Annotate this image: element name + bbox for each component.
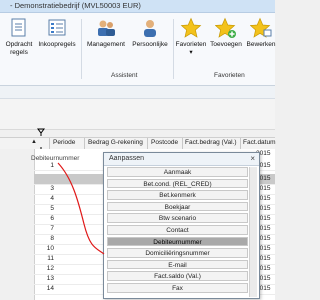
window-title: - Demonstratiebedrijf (MVL50003 EUR) bbox=[10, 1, 141, 10]
list-item-btw-scenario[interactable]: Btw scenario bbox=[107, 213, 248, 223]
column-header-factbedrag[interactable]: Fact.bedrag (Val.) bbox=[185, 139, 237, 146]
list-item-betcond[interactable]: Bet.cond. (REL_CRED) bbox=[107, 178, 248, 189]
row-number: 7 bbox=[50, 225, 54, 232]
row-number: 5 bbox=[50, 205, 54, 212]
column-divider bbox=[49, 138, 50, 149]
row-number: 3 bbox=[50, 185, 54, 192]
column-header-factdatum[interactable]: Fact.datum bbox=[243, 139, 276, 146]
group-label-assistent: Assistent bbox=[111, 72, 138, 79]
ribbon-label: Management bbox=[87, 41, 125, 48]
opdracht-regels-button[interactable]: Opdracht regels bbox=[2, 17, 36, 56]
ribbon-separator bbox=[81, 19, 82, 79]
close-icon[interactable]: × bbox=[250, 154, 255, 163]
ribbon-label: Bewerken bbox=[246, 41, 276, 48]
dialog-header: Aanpassen × bbox=[104, 153, 259, 166]
column-divider bbox=[84, 138, 85, 149]
inkoopregels-button[interactable]: Inkoopregels bbox=[36, 17, 78, 49]
list-item-betkenmerk[interactable]: Bet.kenmerk bbox=[107, 190, 248, 200]
row-number: 13 bbox=[46, 275, 54, 282]
filter-area bbox=[0, 99, 275, 130]
drop-arrow-down-icon bbox=[37, 128, 45, 136]
dropdown-arrow: ▾ bbox=[189, 48, 193, 56]
ribbon-label: Toevoegen bbox=[210, 41, 242, 48]
list-scrollbar[interactable] bbox=[249, 167, 257, 297]
column-divider bbox=[240, 138, 241, 149]
toevoegen-button[interactable]: Toevoegen bbox=[208, 17, 244, 49]
ribbon-label: Persoonlijke bbox=[132, 41, 168, 48]
ribbon-label: Inkoopregels bbox=[38, 41, 76, 48]
row-number: 11 bbox=[47, 255, 54, 262]
bewerken-button[interactable]: Bewerken bbox=[244, 17, 278, 49]
column-header-bedrag[interactable]: Bedrag G-rekening bbox=[88, 139, 143, 146]
row-number: 6 bbox=[50, 215, 54, 222]
row-number: 8 bbox=[50, 235, 54, 242]
row-number: 14 bbox=[46, 285, 54, 292]
star-add-icon bbox=[215, 17, 236, 38]
document-icon bbox=[11, 18, 26, 37]
list-item-debiteurnummer[interactable]: Debiteurnummer bbox=[107, 236, 248, 247]
list-item-aanmaak[interactable]: Aanmaak bbox=[107, 167, 248, 177]
row-number: 12 bbox=[46, 265, 54, 272]
window-titlebar: - Demonstratiebedrijf (MVL50003 EUR) bbox=[0, 0, 275, 13]
row-number: 4 bbox=[50, 195, 54, 202]
favorieten-button[interactable]: Favorieten ▾ bbox=[174, 17, 208, 56]
field-list: Aanmaak Bet.cond. (REL_CRED) Bet.kenmerk… bbox=[107, 167, 248, 298]
ribbon-label: Opdracht bbox=[5, 41, 33, 48]
column-header-postcode[interactable]: Postcode bbox=[151, 139, 178, 146]
column-header-periode[interactable]: Periode bbox=[53, 139, 75, 146]
management-button[interactable]: Management bbox=[84, 17, 128, 49]
column-divider bbox=[182, 138, 183, 149]
list-item-factsaldo[interactable]: Fact.saldo (Val.) bbox=[107, 271, 248, 281]
list-item-boekjaar[interactable]: Boekjaar bbox=[107, 201, 248, 212]
aanpassen-dialog: Aanpassen × Aanmaak Bet.cond. (REL_CRED)… bbox=[103, 152, 260, 299]
persoonlijke-button[interactable]: Persoonlijke bbox=[130, 17, 170, 49]
row-number: 1 bbox=[50, 162, 54, 169]
column-divider bbox=[147, 138, 148, 149]
star-icon bbox=[180, 17, 202, 38]
people-icon bbox=[98, 20, 115, 36]
dialog-title: Aanpassen bbox=[109, 155, 145, 162]
list-icon bbox=[48, 19, 66, 36]
ribbon: Opdracht regels Inkoopregels Management … bbox=[0, 13, 275, 86]
dragged-field-debiteurnummer[interactable]: Debiteurnummer bbox=[31, 155, 79, 162]
list-item-email[interactable]: E-mail bbox=[107, 259, 248, 270]
sort-indicator-icon: ▲ bbox=[31, 139, 37, 145]
star-edit-icon bbox=[250, 17, 272, 38]
ribbon-label-2: regels bbox=[10, 48, 28, 56]
person-icon bbox=[144, 20, 156, 37]
list-item-contact[interactable]: Contact bbox=[107, 225, 248, 235]
group-label-favorieten: Favorieten bbox=[214, 72, 245, 79]
row-indicator-column bbox=[0, 149, 35, 300]
row-number: 10 bbox=[46, 245, 54, 252]
list-item-domiciliering[interactable]: Domiciliëringsnummer bbox=[107, 248, 248, 258]
ribbon-label: Favorieten bbox=[175, 41, 207, 48]
toolbar-strip bbox=[0, 86, 275, 99]
list-item-fax[interactable]: Fax bbox=[107, 283, 248, 293]
